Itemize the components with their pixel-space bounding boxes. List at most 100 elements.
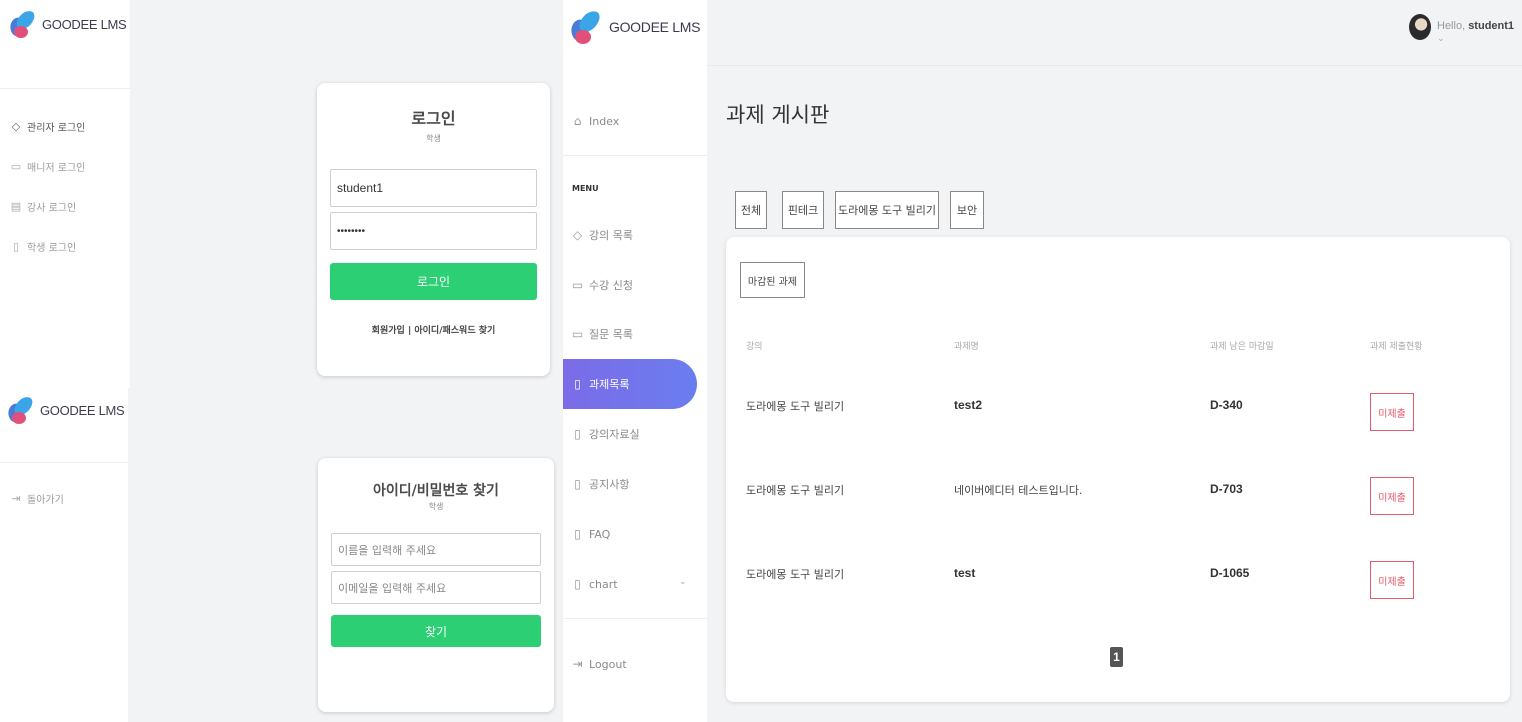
link-separator: |: [407, 326, 412, 336]
nav-questions[interactable]: ▭ 질문 목록: [563, 309, 697, 359]
nav-faq[interactable]: ▯ FAQ: [563, 509, 697, 559]
nav-label: 수강 신청: [589, 279, 633, 292]
tag-icon: ◇: [572, 228, 583, 242]
find-sidebar: GOODEE LMS ⇥ 돌아가기: [0, 388, 128, 722]
row-course: 도라에몽 도구 빌리기: [746, 568, 845, 581]
menu-header: MENU: [572, 184, 599, 193]
student-login-link[interactable]: ▯ 학생 로그인: [10, 239, 76, 254]
name-input[interactable]: 이름을 입력해 주세요: [331, 533, 541, 566]
nav-label: Logout: [589, 657, 627, 671]
id-input[interactable]: student1: [330, 169, 537, 207]
login-sidebar: GOODEE LMS ◇ 관리자 로그인 ▭ 매니저 로그인 ▤ 강사 로그인 …: [0, 0, 130, 388]
app-sidebar: GOODEE LMS ⌂ Index MENU ◇ 강의 목록 ▭ 수강 신청 …: [563, 0, 707, 722]
find-title: 아이디/비밀번호 찾기: [373, 483, 499, 499]
brand-name: GOODEE LMS: [609, 19, 701, 35]
row-title-link[interactable]: test: [954, 566, 975, 580]
nav-label: 공지사항: [589, 478, 630, 491]
brand-name: GOODEE LMS: [40, 402, 125, 418]
filter-security[interactable]: 보안: [950, 191, 984, 229]
divider: [563, 155, 707, 156]
nav-notices[interactable]: ▯ 공지사항: [563, 459, 697, 509]
email-input[interactable]: 이메일을 입력해 주세요: [331, 571, 541, 604]
row-course: 도라에몽 도구 빌리기: [746, 484, 845, 497]
nav-materials[interactable]: ▯ 강의자료실: [563, 409, 697, 459]
link-label: 관리자 로그인: [27, 123, 86, 134]
nav-chart[interactable]: ▯ chart ⌄: [563, 559, 697, 609]
row-deadline: D-1065: [1210, 566, 1250, 580]
status-badge[interactable]: 미제출: [1370, 393, 1414, 431]
nav-label: 강의 목록: [589, 229, 633, 242]
expired-assignments-button[interactable]: 마감된 과제: [740, 262, 805, 298]
login-main: 로그인 학생 student1 •••••••• 로그인 회원가입 | 아이디/…: [130, 0, 563, 388]
chevron-down-icon: ⌄: [679, 577, 687, 587]
row-deadline: D-340: [1210, 398, 1243, 412]
page-title: 과제 게시판: [726, 103, 830, 127]
logout-icon: ⇥: [572, 657, 583, 671]
brand-logo[interactable]: GOODEE LMS: [6, 8, 127, 40]
login-card: 로그인 학생 student1 •••••••• 로그인 회원가입 | 아이디/…: [317, 83, 550, 376]
home-icon: ⌂: [573, 114, 582, 128]
brand-name: GOODEE LMS: [42, 16, 127, 32]
filter-fintech[interactable]: 핀테크: [782, 191, 824, 229]
user-menu[interactable]: Hello, student1 ⌄: [1437, 20, 1522, 44]
row-deadline: D-703: [1210, 482, 1243, 496]
document-icon: ▯: [574, 477, 581, 491]
login-title: 로그인: [411, 109, 456, 128]
pagination-current-page[interactable]: 1: [1110, 647, 1123, 667]
manager-login-link[interactable]: ▭ 매니저 로그인: [10, 159, 86, 174]
nav-assignments[interactable]: ▯ 과제목록: [563, 359, 697, 409]
nav-label: chart: [589, 577, 618, 591]
top-bar: Hello, student1 ⌄: [707, 0, 1522, 66]
divider: [563, 618, 707, 619]
avatar[interactable]: [1409, 14, 1431, 40]
find-account-link[interactable]: 아이디/패스워드 찾기: [414, 326, 495, 336]
filter-doraemon[interactable]: 도라에몽 도구 빌리기: [835, 191, 939, 229]
row-title-link[interactable]: test2: [954, 398, 982, 412]
find-button[interactable]: 찾기: [331, 615, 541, 647]
login-button[interactable]: 로그인: [330, 263, 537, 300]
link-label: 학생 로그인: [27, 243, 77, 254]
nav-label: Index: [589, 114, 620, 128]
username: student1: [1468, 20, 1515, 32]
admin-login-link[interactable]: ◇ 관리자 로그인: [10, 119, 86, 134]
document-icon: ▯: [12, 239, 20, 253]
login-subtitle: 학생: [426, 134, 441, 143]
link-label: 매니저 로그인: [27, 163, 86, 174]
chevron-down-icon: ⌄: [1437, 33, 1445, 43]
find-main: 아이디/비밀번호 찾기 학생 이름을 입력해 주세요 이메일을 입력해 주세요 …: [128, 388, 563, 722]
calendar-icon: ▤: [10, 199, 22, 213]
password-input[interactable]: ••••••••: [330, 212, 537, 250]
find-subtitle: 학생: [428, 502, 444, 511]
document-icon: ▯: [574, 377, 581, 391]
logo-icon: [567, 7, 602, 46]
nav-logout[interactable]: ⇥ Logout: [563, 639, 697, 689]
chat-icon: ▭: [571, 327, 584, 341]
brand-logo[interactable]: GOODEE LMS: [4, 394, 125, 426]
column-status: 과제 제출현황: [1370, 342, 1423, 352]
find-card: 아이디/비밀번호 찾기 학생 이름을 입력해 주세요 이메일을 입력해 주세요 …: [318, 458, 554, 712]
filter-all[interactable]: 전체: [735, 191, 767, 229]
row-course: 도라에몽 도구 빌리기: [746, 400, 845, 413]
assignment-main: Hello, student1 ⌄ 과제 게시판 전체 핀테크 도라에몽 도구 …: [707, 0, 1522, 722]
nav-course-list[interactable]: ◇ 강의 목록: [563, 210, 697, 260]
divider: [0, 88, 130, 89]
document-icon: ▯: [574, 527, 581, 541]
instructor-login-link[interactable]: ▤ 강사 로그인: [10, 199, 76, 214]
nav-label: 질문 목록: [589, 328, 633, 341]
back-label: 돌아가기: [27, 495, 64, 506]
chat-icon: ▭: [571, 278, 584, 292]
row-title-link[interactable]: 네이버에디터 테스트입니다.: [954, 482, 1082, 498]
status-badge[interactable]: 미제출: [1370, 477, 1414, 515]
chat-icon: ▭: [10, 159, 22, 173]
brand-logo[interactable]: GOODEE LMS: [567, 7, 701, 46]
nav-enrollment[interactable]: ▭ 수강 신청: [563, 260, 697, 310]
nav-index[interactable]: ⌂ Index: [563, 96, 697, 146]
nav-label: FAQ: [589, 527, 611, 541]
assignment-table-card: 마감된 과제 강의 과제명 과제 남은 마감일 과제 제출현황 도라에몽 도구 …: [726, 237, 1510, 702]
signup-link[interactable]: 회원가입: [372, 326, 405, 336]
tag-icon: ◇: [11, 119, 21, 133]
status-badge[interactable]: 미제출: [1370, 561, 1414, 599]
document-icon: ▯: [574, 577, 581, 591]
link-label: 강사 로그인: [27, 203, 77, 214]
back-link[interactable]: ⇥ 돌아가기: [10, 491, 64, 506]
